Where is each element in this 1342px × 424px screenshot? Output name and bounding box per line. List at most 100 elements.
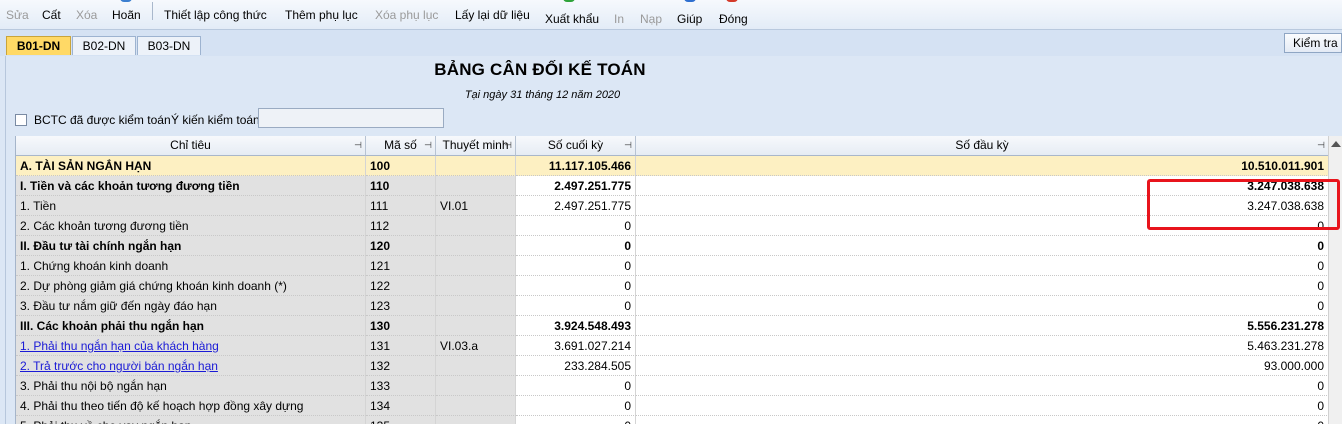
row-end-value: 0	[516, 276, 636, 296]
customer-receivables-link[interactable]: 1. Phải thu ngắn hạn của khách hàng	[20, 339, 219, 353]
table-row[interactable]: II. Đầu tư tài chính ngắn hạn 120 0 0	[16, 236, 1342, 256]
row-code: 133	[366, 376, 436, 396]
row-name: 4. Phải thu theo tiến độ kế hoạch hợp đồ…	[16, 396, 366, 416]
row-note	[436, 416, 516, 424]
row-name: 1. Chứng khoán kinh doanh	[16, 256, 366, 276]
row-note	[436, 156, 516, 176]
row-name-link[interactable]: 1. Phải thu ngắn hạn của khách hàng	[16, 336, 366, 356]
pin-icon[interactable]: ⊣	[504, 136, 512, 155]
row-code: 111	[366, 196, 436, 216]
row-end-value: 233.284.505	[516, 356, 636, 376]
row-code: 110	[366, 176, 436, 196]
undo-button[interactable]: Hoãn	[112, 0, 141, 26]
highlight-box	[1147, 179, 1340, 230]
edit-button[interactable]: Sửa	[6, 0, 29, 26]
column-header-begin[interactable]: Số đầu kỳ ⊣	[636, 136, 1329, 156]
table-row[interactable]: 4. Phải thu theo tiến độ kế hoạch hợp đồ…	[16, 396, 1342, 416]
row-note	[436, 256, 516, 276]
table-row[interactable]: 1. Phải thu ngắn hạn của khách hàng 131 …	[16, 336, 1342, 356]
row-note	[436, 296, 516, 316]
row-name: III. Các khoản phải thu ngắn hạn	[16, 316, 366, 336]
row-note	[436, 276, 516, 296]
save-button[interactable]: Cất	[42, 0, 61, 26]
audit-opinion-input[interactable]	[258, 108, 444, 128]
table-row[interactable]: 1. Tiền 111 VI.01 2.497.251.775 3.247.03…	[16, 196, 1342, 216]
table-row[interactable]: 3. Đầu tư nắm giữ đến ngày đáo hạn 123 0…	[16, 296, 1342, 316]
report-tabs: B01-DN B02-DN B03-DN Kiểm tra ...	[0, 30, 1342, 56]
table-row[interactable]: A. TÀI SẢN NGẮN HẠN 100 11.117.105.466 1…	[16, 156, 1342, 176]
row-end-value: 3.924.548.493	[516, 316, 636, 336]
close-button[interactable]: Đóng	[719, 4, 748, 30]
table-row[interactable]: III. Các khoản phải thu ngắn hạn 130 3.9…	[16, 316, 1342, 336]
pin-icon[interactable]: ⊣	[1317, 136, 1325, 155]
row-end-value: 3.691.027.214	[516, 336, 636, 356]
tab-b03-dn[interactable]: B03-DN	[137, 36, 201, 55]
row-name: II. Đầu tư tài chính ngắn hạn	[16, 236, 366, 256]
table-row[interactable]: 2. Dự phòng giảm giá chứng khoán kinh do…	[16, 276, 1342, 296]
column-header-end-label: Số cuối kỳ	[547, 138, 604, 152]
row-name-link[interactable]: 2. Trả trước cho người bán ngắn hạn	[16, 356, 366, 376]
column-header-code[interactable]: Mã số ⊣	[366, 136, 436, 156]
row-end-value: 0	[516, 376, 636, 396]
delete-button[interactable]: Xóa	[76, 0, 97, 26]
reload-data-button[interactable]: Lấy lại dữ liệu	[455, 0, 530, 26]
tab-b02-dn[interactable]: B02-DN	[72, 36, 136, 55]
table-row[interactable]: 1. Chứng khoán kinh doanh 121 0 0	[16, 256, 1342, 276]
row-begin-value: 0	[636, 256, 1329, 276]
row-begin-value: 93.000.000	[636, 356, 1329, 376]
check-button[interactable]: Kiểm tra ...	[1284, 33, 1342, 53]
row-name: 1. Tiền	[16, 196, 366, 216]
row-note	[436, 396, 516, 416]
audited-label: BCTC đã được kiểm toán	[34, 113, 171, 127]
toolbar-divider	[152, 2, 153, 20]
row-end-value: 2.497.251.775	[516, 176, 636, 196]
column-header-name-label: Chỉ tiêu	[170, 138, 211, 152]
delete-appendix-button[interactable]: Xóa phụ lục	[375, 0, 438, 26]
pin-icon[interactable]: ⊣	[354, 136, 362, 155]
row-note	[436, 236, 516, 256]
table-row[interactable]: 2. Các khoản tương đương tiền 112 0 0	[16, 216, 1342, 236]
table-row[interactable]: 5. Phải thu về cho vay ngắn hạn 135 0 0	[16, 416, 1342, 424]
row-end-value: 0	[516, 296, 636, 316]
tab-b01-dn[interactable]: B01-DN	[6, 36, 71, 55]
row-code: 134	[366, 396, 436, 416]
row-name: 2. Dự phòng giảm giá chứng khoán kinh do…	[16, 276, 366, 296]
print-button[interactable]: In	[614, 4, 624, 30]
column-header-note[interactable]: Thuyết minh ⊣	[436, 136, 516, 156]
row-begin-value: 0	[636, 396, 1329, 416]
row-name: 2. Các khoản tương đương tiền	[16, 216, 366, 236]
balance-sheet-grid: Chỉ tiêu ⊣ Mã số ⊣ Thuyết minh ⊣ Số cuối kỳ…	[15, 136, 1342, 424]
row-code: 130	[366, 316, 436, 336]
row-code: 100	[366, 156, 436, 176]
row-end-value: 0	[516, 256, 636, 276]
row-name: 3. Phải thu nội bộ ngắn hạn	[16, 376, 366, 396]
row-end-value: 0	[516, 216, 636, 236]
row-name: I. Tiền và các khoản tương đương tiền	[16, 176, 366, 196]
row-end-value: 11.117.105.466	[516, 156, 636, 176]
column-header-end[interactable]: Số cuối kỳ ⊣	[516, 136, 636, 156]
row-note	[436, 216, 516, 236]
row-begin-value: 0	[636, 416, 1329, 424]
audit-opinion-label: Ý kiến kiểm toán	[171, 113, 260, 127]
row-code: 123	[366, 296, 436, 316]
table-row[interactable]: 3. Phải thu nội bộ ngắn hạn 133 0 0	[16, 376, 1342, 396]
column-header-name[interactable]: Chỉ tiêu ⊣	[16, 136, 366, 156]
export-icon	[563, 0, 575, 2]
pin-icon[interactable]: ⊣	[424, 136, 432, 155]
audited-checkbox[interactable]	[15, 114, 27, 126]
add-appendix-button[interactable]: Thêm phụ lục	[285, 0, 358, 26]
close-icon	[726, 0, 738, 2]
setup-formula-button[interactable]: Thiết lập công thức	[164, 0, 267, 26]
report-date: Tại ngày 31 tháng 12 năm 2020	[464, 89, 621, 101]
table-row[interactable]: I. Tiền và các khoản tương đương tiền 11…	[16, 176, 1342, 196]
load-button[interactable]: Nạp	[640, 4, 662, 30]
pin-icon[interactable]: ⊣	[624, 136, 632, 155]
export-button[interactable]: Xuất khẩu	[545, 4, 599, 30]
row-end-value: 0	[516, 236, 636, 256]
row-code: 135	[366, 416, 436, 424]
row-name: 3. Đầu tư nắm giữ đến ngày đáo hạn	[16, 296, 366, 316]
prepayment-to-seller-link[interactable]: 2. Trả trước cho người bán ngắn hạn	[20, 359, 218, 373]
scroll-up-arrow-icon[interactable]	[1331, 141, 1341, 147]
help-button[interactable]: Giúp	[677, 4, 702, 30]
table-row[interactable]: 2. Trả trước cho người bán ngắn hạn 132 …	[16, 356, 1342, 376]
